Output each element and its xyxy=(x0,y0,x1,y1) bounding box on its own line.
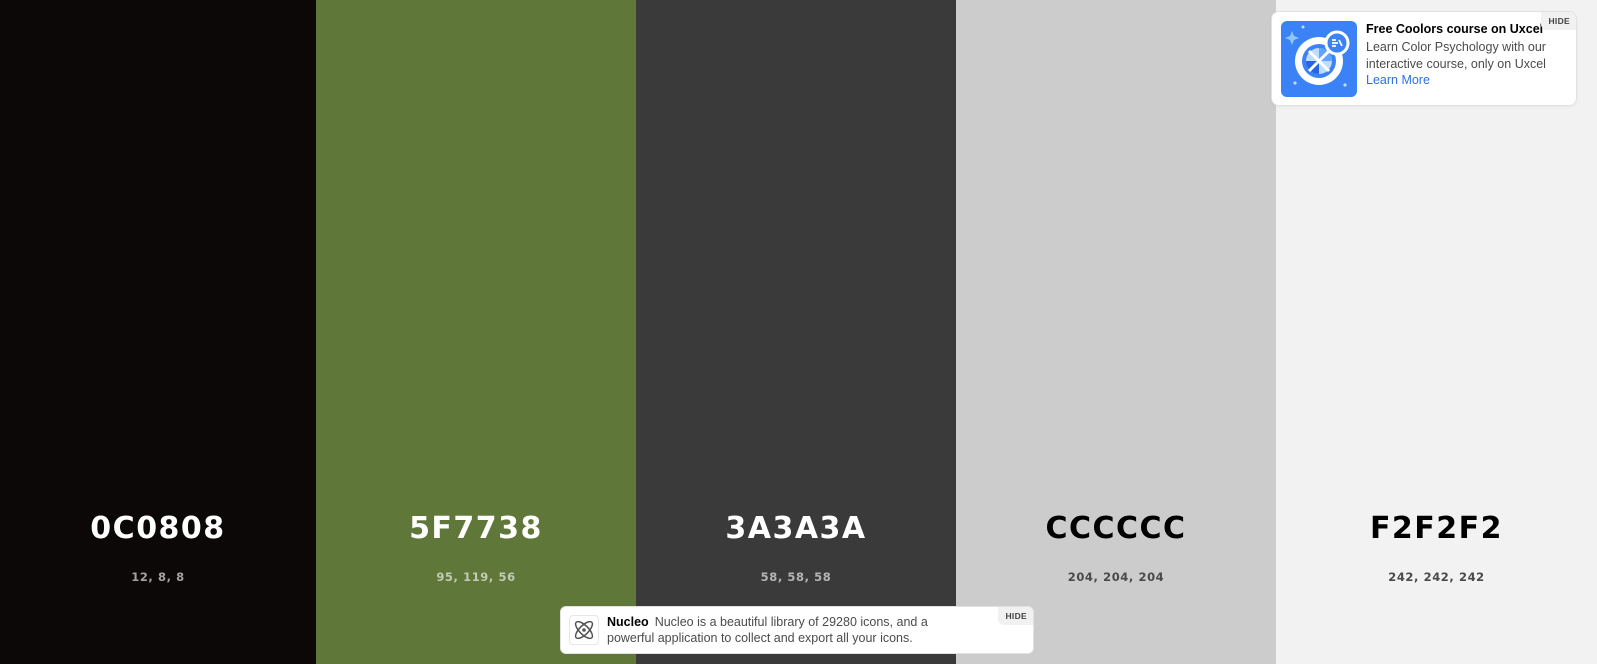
color-swatch-1[interactable]: 0C0808 12, 8, 8 xyxy=(0,0,316,664)
swatch-hex-code[interactable]: F2F2F2 xyxy=(1276,511,1597,546)
atom-icon xyxy=(569,615,599,645)
swatch-rgb-values: 12, 8, 8 xyxy=(131,570,185,584)
uxcel-course-logo-icon[interactable] xyxy=(1281,21,1357,97)
nucleo-ad-description: Nucleo is a beautiful library of 29280 i… xyxy=(607,615,928,645)
color-swatch-4[interactable]: CCCCCC 204, 204, 204 xyxy=(956,0,1276,664)
swatch-rgb-values: 95, 119, 56 xyxy=(436,570,516,584)
swatch-rgb-values: 204, 204, 204 xyxy=(1067,570,1165,584)
promo-description: Learn Color Psychology with our interact… xyxy=(1366,40,1546,71)
swatch-hex-code[interactable]: 3A3A3A xyxy=(636,511,956,546)
color-swatch-2[interactable]: 5F7738 95, 119, 56 xyxy=(316,0,636,664)
uxcel-promo-card: Free Coolors course on Uxcel Learn Color… xyxy=(1271,11,1577,106)
promo-title: Free Coolors course on Uxcel xyxy=(1366,22,1544,36)
swatch-hex-code[interactable]: CCCCCC xyxy=(956,511,1276,546)
swatch-hex-code[interactable]: 5F7738 xyxy=(316,511,636,546)
hide-promo-button[interactable]: HIDE xyxy=(1541,12,1576,30)
swatch-rgb-values: 58, 58, 58 xyxy=(760,570,832,584)
nucleo-ad-name: Nucleo xyxy=(607,615,649,629)
color-swatch-3[interactable]: 3A3A3A 58, 58, 58 xyxy=(636,0,956,664)
swatch-rgb-values: 242, 242, 242 xyxy=(1388,570,1485,584)
hide-ad-button[interactable]: HIDE xyxy=(998,607,1033,625)
swatch-hex-code[interactable]: 0C0808 xyxy=(0,511,316,546)
learn-more-link[interactable]: Learn More xyxy=(1366,73,1430,87)
nucleo-ad-text: Nucleo Nucleo is a beautiful library of 2… xyxy=(607,614,947,646)
nucleo-ad-banner[interactable]: Nucleo Nucleo is a beautiful library of 2… xyxy=(560,606,1034,654)
